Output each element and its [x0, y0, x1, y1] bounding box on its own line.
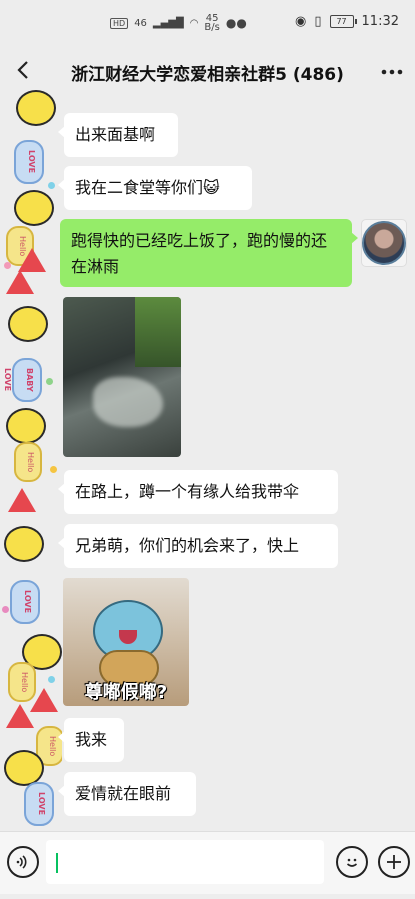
chat-header: 浙江财经大学恋爱相亲社群5 (486) — [0, 44, 415, 96]
chick-sticker — [6, 408, 46, 444]
message-text: 我来 — [75, 730, 108, 749]
love-tag-sticker: LOVE — [10, 580, 40, 624]
watermelon-sticker — [6, 270, 34, 294]
love-text: LOVE — [23, 590, 32, 614]
message-bubble[interactable]: 出来面基啊 — [58, 113, 178, 157]
avatar-image — [362, 221, 406, 265]
chick-sticker — [4, 750, 44, 786]
message-bubble-self[interactable]: 跑得快的已经吃上饭了，跑的慢的还在淋雨 — [60, 219, 358, 287]
confetti-dot — [4, 262, 11, 269]
confetti-dot — [2, 606, 9, 613]
message-text: 兄弟萌，你们的机会来了，快上 — [75, 536, 300, 555]
message-text: 出来面基啊 — [75, 125, 156, 144]
love-tag-sticker: LOVE — [24, 782, 54, 826]
message-text: 我在二食堂等你们😺 — [75, 178, 220, 197]
wet-ground-reflection — [93, 377, 163, 427]
love-text: LOVE — [37, 792, 46, 816]
message-bubble[interactable]: 爱情就在眼前 — [58, 772, 196, 816]
wifi-icon: ◠ — [189, 17, 199, 29]
chick-sticker — [14, 190, 54, 226]
chat-background-stickers: LOVE Hello BABY LOVE Hello LOVE Hello He… — [0, 86, 62, 826]
chick-sticker — [16, 90, 56, 126]
input-bar — [0, 831, 415, 894]
signal-icon: ▂▄▆█ — [152, 17, 184, 29]
vibrate-icon: ▯ — [314, 14, 322, 29]
message-bubble[interactable]: 我在二食堂等你们😺 — [58, 166, 252, 210]
watermelon-sticker — [8, 488, 36, 512]
wechat-icon: ●● — [225, 16, 247, 30]
photo-message[interactable] — [63, 297, 181, 457]
network-label: 46 — [134, 17, 147, 29]
battery-level: 77 — [336, 17, 347, 26]
chick-sticker — [8, 306, 48, 342]
confetti-dot — [48, 182, 55, 189]
message-input[interactable] — [46, 840, 324, 884]
baby-love-text: BABY LOVE — [3, 368, 34, 392]
chat-title: 浙江财经大学恋爱相亲社群5 (486) — [71, 65, 344, 85]
more-icon — [381, 69, 403, 75]
message-text: 在路上，蹲一个有缘人给我带伞 — [75, 482, 300, 501]
more-button[interactable] — [381, 56, 403, 81]
emoji-icon — [346, 858, 358, 867]
love-text: LOVE — [27, 150, 36, 174]
hello-text: Hello — [48, 735, 57, 757]
status-bar: HD 46 ▂▄▆█ ◠ 45 B/s ●● ◉ ▯ 77 11:32 — [0, 0, 415, 44]
message-bubble[interactable]: 在路上，蹲一个有缘人给我带伞 — [58, 470, 338, 514]
status-right: ◉ ▯ 77 11:32 — [295, 14, 399, 29]
baby-love-sticker: BABY LOVE — [3, 358, 42, 402]
voice-icon — [16, 855, 27, 869]
hello-text: Hello — [26, 451, 35, 473]
eye-icon: ◉ — [295, 14, 307, 29]
watermelon-sticker — [18, 248, 46, 272]
love-tag-sticker: LOVE — [14, 140, 44, 184]
plus-button[interactable] — [378, 846, 410, 878]
hello-text: Hello — [20, 671, 29, 693]
speed-unit: B/s — [204, 22, 220, 33]
plus-icon — [387, 855, 401, 869]
hd-icon: HD — [110, 17, 129, 29]
text-caret — [56, 853, 58, 873]
chick-sticker — [4, 526, 44, 562]
message-bubble[interactable]: 我来 — [58, 718, 124, 762]
battery-icon: 77 — [329, 15, 357, 28]
message-text: 爱情就在眼前 — [75, 784, 172, 803]
confetti-dot — [48, 676, 55, 683]
foliage — [135, 297, 181, 367]
confetti-dot — [46, 378, 53, 385]
voice-button[interactable] — [7, 846, 39, 878]
message-bubble[interactable]: 兄弟萌，你们的机会来了，快上 — [58, 524, 338, 568]
status-left: HD 46 ▂▄▆█ ◠ 45 B/s ●● — [110, 14, 247, 33]
confetti-dot — [50, 466, 57, 473]
watermelon-sticker — [30, 688, 58, 712]
sticker-caption: 尊嘟假嘟? — [84, 682, 168, 703]
speed-readout: 45 B/s — [204, 14, 220, 33]
self-avatar[interactable] — [361, 219, 407, 267]
clock: 11:32 — [361, 14, 399, 29]
hello-tag-sticker: Hello — [14, 442, 42, 482]
message-text: 跑得快的已经吃上饭了，跑的慢的还在淋雨 — [71, 231, 328, 276]
emoji-button[interactable] — [336, 846, 368, 878]
sticker-message[interactable]: 尊嘟假嘟? — [63, 578, 189, 706]
